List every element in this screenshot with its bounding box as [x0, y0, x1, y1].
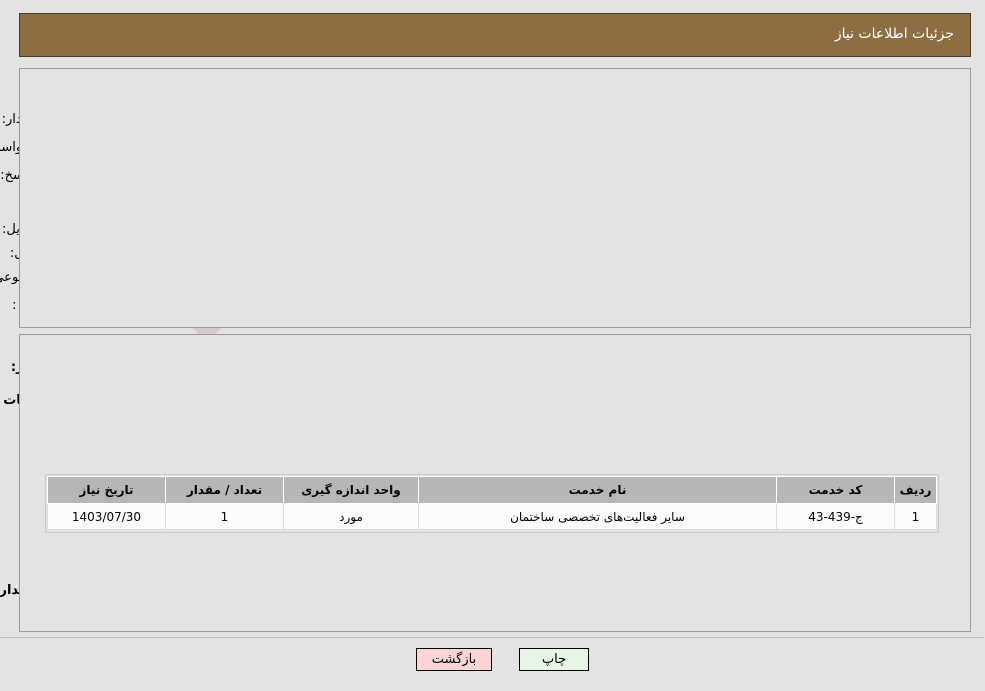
print-button[interactable]: چاپ	[520, 648, 590, 671]
back-button[interactable]: بازگشت	[417, 648, 493, 671]
page-title: جزئیات اطلاعات نیاز	[835, 26, 955, 42]
col-code: کد خدمت	[777, 476, 896, 504]
col-unit: واحد اندازه گیری	[284, 476, 420, 504]
need-summary-panel	[20, 68, 972, 328]
col-neeed-date: تاریخ نیاز	[48, 476, 167, 504]
cell-name: سایر فعالیت‌های تخصصی ساختمان	[419, 503, 778, 530]
page-header-bar: جزئیات اطلاعات نیاز	[20, 13, 972, 57]
bottom-divider	[0, 637, 985, 638]
items-table: ردیف کد خدمت نام خدمت واحد اندازه گیری ت…	[48, 476, 938, 530]
cell-need-date: 1403/07/30	[48, 503, 167, 530]
cell-code: ج-439-43	[777, 503, 896, 530]
table-row: 1 ج-439-43 سایر فعالیت‌های تخصصی ساختمان…	[48, 503, 938, 530]
col-radif: ردیف	[895, 476, 938, 504]
col-name: نام خدمت	[419, 476, 778, 504]
cell-qty: 1	[166, 503, 285, 530]
cell-unit: مورد	[284, 503, 420, 530]
col-qty: تعداد / مقدار	[166, 476, 285, 504]
cell-radif: 1	[895, 503, 938, 530]
page-root: AriaTender.net ✓ جزئیات اطلاعات نیاز شما…	[0, 0, 985, 691]
items-table-header-row: ردیف کد خدمت نام خدمت واحد اندازه گیری ت…	[48, 476, 938, 504]
